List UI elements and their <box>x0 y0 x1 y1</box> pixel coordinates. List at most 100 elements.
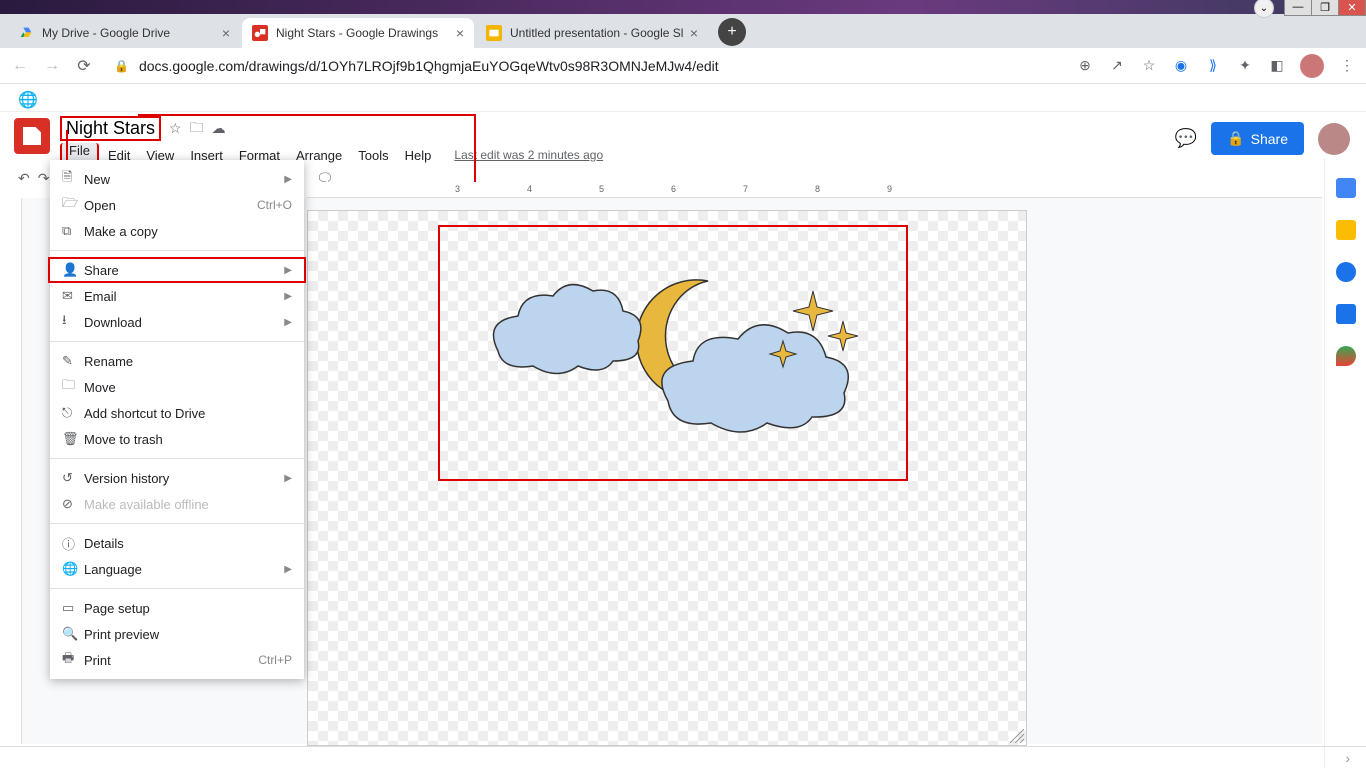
browser-tab[interactable]: My Drive - Google Drive × <box>8 18 240 48</box>
horizontal-ruler: 3 4 5 6 7 8 9 <box>307 182 1322 198</box>
cloud-status-icon[interactable]: ☁ <box>212 120 226 137</box>
chevron-right-icon: ▶ <box>284 265 292 276</box>
menu-make-copy[interactable]: ⧉Make a copy <box>50 218 304 244</box>
page-icon: ▭ <box>62 600 84 616</box>
menu-new[interactable]: 🗎New▶ <box>50 166 304 192</box>
contacts-icon[interactable] <box>1336 304 1356 324</box>
slides-icon <box>486 25 502 41</box>
chevron-right-icon: ▶ <box>284 291 292 302</box>
separator <box>50 341 304 342</box>
globe-icon: 🌐 <box>62 561 84 577</box>
explore-icon[interactable]: › <box>1345 750 1350 766</box>
extensions-puzzle-icon[interactable]: ✦ <box>1236 57 1254 75</box>
sidepanel-icon[interactable]: ◧ <box>1268 57 1286 75</box>
browser-tabstrip: My Drive - Google Drive × Night Stars - … <box>0 14 1366 48</box>
ruler-tick: 6 <box>671 184 676 194</box>
drawing-canvas[interactable] <box>307 210 1027 746</box>
side-panel <box>1324 158 1366 768</box>
document-title[interactable]: Night Stars <box>60 116 161 141</box>
move-folder-icon[interactable]: 🗀 <box>190 117 204 141</box>
address-bar-row: ← → ⟳ 🔒 docs.google.com/drawings/d/1OYh7… <box>0 48 1366 84</box>
offline-icon: ⊘ <box>62 496 84 512</box>
tab-title: Untitled presentation - Google Sl <box>510 26 684 40</box>
share-button[interactable]: 🔒 Share <box>1211 122 1304 155</box>
last-edit-link[interactable]: Last edit was 2 minutes ago <box>454 145 603 166</box>
tab-title: Night Stars - Google Drawings <box>276 26 450 40</box>
close-tab-icon[interactable]: × <box>222 25 230 41</box>
ruler-tick: 7 <box>743 184 748 194</box>
share-label: Share <box>1251 131 1288 147</box>
ruler-tick: 5 <box>599 184 604 194</box>
bookmark-star-icon[interactable]: ☆ <box>1140 57 1158 75</box>
redo-icon[interactable]: ↷ <box>38 170 50 187</box>
close-tab-icon[interactable]: × <box>690 25 698 41</box>
menu-print[interactable]: 🖶PrintCtrl+P <box>50 647 304 673</box>
history-icon: ↺ <box>62 470 84 486</box>
reload-icon[interactable]: ⟳ <box>74 56 94 76</box>
file-menu-dropdown: 🗎New▶ 🗁OpenCtrl+O ⧉Make a copy 👤Share▶ ✉… <box>50 160 304 679</box>
menu-language[interactable]: 🌐Language▶ <box>50 556 304 582</box>
close-window-button[interactable]: ✕ <box>1338 0 1366 16</box>
bookmarks-bar: 🌐 <box>0 84 1366 112</box>
menu-open[interactable]: 🗁OpenCtrl+O <box>50 192 304 218</box>
drawings-icon <box>252 25 268 41</box>
close-tab-icon[interactable]: × <box>456 25 464 41</box>
extension-icon[interactable]: ◉ <box>1172 57 1190 75</box>
back-icon[interactable]: ← <box>10 57 30 75</box>
url-bar[interactable]: 🔒 docs.google.com/drawings/d/1OYh7LROjf9… <box>106 58 1064 74</box>
browser-tab-active[interactable]: Night Stars - Google Drawings × <box>242 18 474 48</box>
new-tab-button[interactable]: + <box>718 18 746 46</box>
menu-tools[interactable]: Tools <box>351 145 395 166</box>
forward-icon[interactable]: → <box>42 57 62 75</box>
url-text: docs.google.com/drawings/d/1OYh7LROjf9b1… <box>139 58 719 74</box>
star-icon[interactable]: ☆ <box>169 120 182 137</box>
chevron-right-icon: ▶ <box>284 317 292 328</box>
tasks-icon[interactable] <box>1336 262 1356 282</box>
share-url-icon[interactable]: ↗ <box>1108 57 1126 75</box>
keep-icon[interactable] <box>1336 220 1356 240</box>
shortcut-icon: ⎋ <box>62 405 84 421</box>
minimize-button[interactable]: — <box>1284 0 1312 16</box>
menu-move[interactable]: 🗀Move <box>50 374 304 400</box>
separator <box>50 250 304 251</box>
maximize-button[interactable]: ❐ <box>1311 0 1339 16</box>
maps-icon[interactable] <box>1336 346 1356 366</box>
kebab-menu-icon[interactable]: ⋮ <box>1338 57 1356 75</box>
menu-version-history[interactable]: ↺Version history▶ <box>50 465 304 491</box>
vertical-ruler <box>0 198 22 744</box>
drawing-artwork[interactable] <box>458 251 878 461</box>
lock-icon: 🔒 <box>1227 130 1244 147</box>
menu-details[interactable]: ⓘDetails <box>50 530 304 556</box>
zoom-icon[interactable]: ⊕ <box>1076 57 1094 75</box>
download-icon: ⭳ <box>62 311 84 333</box>
menu-download[interactable]: ⭳Download▶ <box>50 309 304 335</box>
drawings-logo[interactable] <box>14 118 50 154</box>
menu-print-preview[interactable]: 🔍Print preview <box>50 621 304 647</box>
comments-icon[interactable]: 💬 <box>1175 128 1197 149</box>
menu-add-shortcut[interactable]: ⎋Add shortcut to Drive <box>50 400 304 426</box>
menu-rename[interactable]: ✎Rename <box>50 348 304 374</box>
chevron-right-icon: ▶ <box>284 564 292 575</box>
account-avatar[interactable] <box>1318 123 1350 155</box>
globe-icon[interactable]: 🌐 <box>18 90 34 106</box>
drive-icon <box>18 25 34 41</box>
resize-handle-icon[interactable] <box>1010 729 1024 743</box>
preview-icon: 🔍 <box>62 626 84 642</box>
pencil-icon: ✎ <box>62 353 84 369</box>
info-icon: ⓘ <box>62 534 84 553</box>
window-titlebar: ⌄ — ❐ ✕ <box>0 0 1366 14</box>
undo-icon[interactable]: ↶ <box>18 170 30 187</box>
folder-open-icon: 🗁 <box>62 194 84 216</box>
menu-email[interactable]: ✉Email▶ <box>50 283 304 309</box>
menu-share[interactable]: 👤Share▶ <box>48 257 306 283</box>
separator <box>50 523 304 524</box>
browser-tab[interactable]: Untitled presentation - Google Sl × <box>476 18 708 48</box>
menu-page-setup[interactable]: ▭Page setup <box>50 595 304 621</box>
mail-icon: ✉ <box>62 288 84 304</box>
calendar-icon[interactable] <box>1336 178 1356 198</box>
profile-avatar[interactable] <box>1300 54 1324 78</box>
menu-move-trash[interactable]: 🗑Move to trash <box>50 426 304 452</box>
separator <box>50 588 304 589</box>
menu-help[interactable]: Help <box>398 145 439 166</box>
cast-icon[interactable]: ⟫ <box>1204 57 1222 75</box>
